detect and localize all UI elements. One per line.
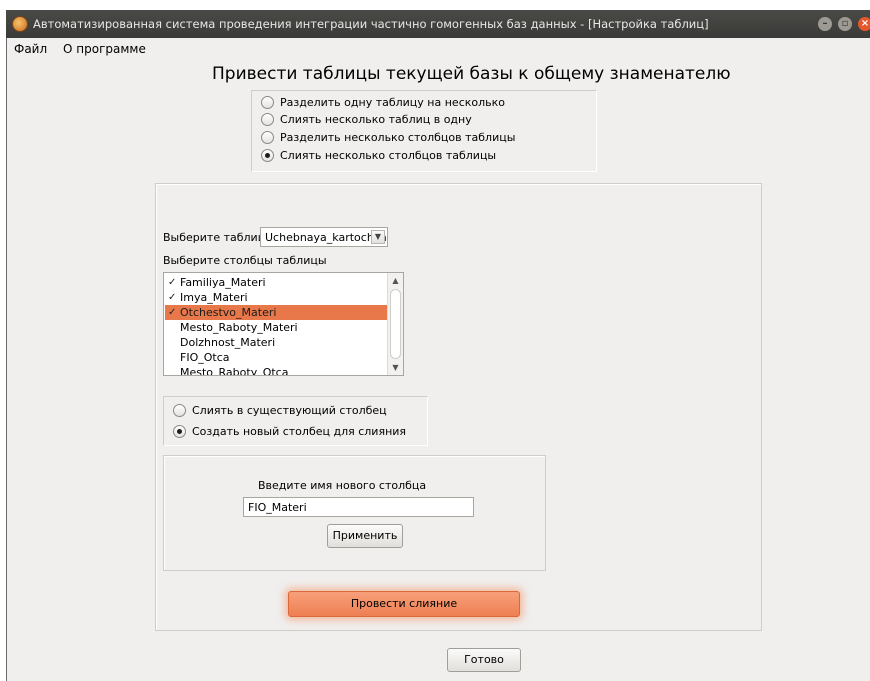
- column-name: Mesto_Raboty_Otca: [180, 366, 289, 376]
- title-bar: Автоматизированная система проведения ин…: [6, 10, 870, 38]
- column-name: Dolzhnost_Materi: [180, 336, 276, 349]
- radio-button[interactable]: [261, 131, 274, 144]
- radio-button[interactable]: [173, 404, 186, 417]
- radio-button[interactable]: [261, 113, 274, 126]
- list-item[interactable]: ✓ Familiya_Materi: [165, 275, 387, 290]
- menu-bar: Файл О программе: [6, 38, 870, 58]
- column-name: Otchestvo_Materi: [180, 306, 277, 319]
- merge-option-label: Создать новый столбец для слияния: [192, 425, 407, 438]
- scroll-up-icon[interactable]: ▲: [390, 275, 401, 286]
- window-title: Автоматизированная система проведения ин…: [33, 17, 709, 31]
- column-name: Familiya_Materi: [180, 276, 266, 289]
- new-column-label: Введите имя нового столбца: [258, 479, 427, 492]
- merge-button[interactable]: Провести слияние: [288, 591, 520, 617]
- mode-option-label: Разделить несколько столбцов таблицы: [280, 131, 516, 144]
- list-item[interactable]: Mesto_Raboty_Materi: [165, 320, 387, 335]
- table-select[interactable]: Uchebnaya_kartochka ▼: [260, 227, 388, 247]
- checkbox-empty[interactable]: [168, 322, 178, 333]
- mode-option-split-table[interactable]: Разделить одну таблицу на несколько: [261, 96, 505, 109]
- column-name: Mesto_Raboty_Materi: [180, 321, 298, 334]
- scroll-down-icon[interactable]: ▼: [390, 362, 401, 373]
- checkbox-empty[interactable]: [168, 352, 178, 363]
- checkbox-empty[interactable]: [168, 337, 178, 348]
- mode-option-split-columns[interactable]: Разделить несколько столбцов таблицы: [261, 131, 515, 144]
- scroll-thumb[interactable]: [390, 289, 401, 359]
- maximize-button[interactable]: ▫: [838, 17, 852, 31]
- radio-button-checked[interactable]: [261, 149, 274, 162]
- app-icon: [12, 16, 28, 32]
- create-new-column-option[interactable]: Создать новый столбец для слияния: [173, 425, 406, 438]
- minimize-button[interactable]: –: [818, 17, 832, 31]
- list-item[interactable]: Mesto_Raboty_Otca: [165, 365, 387, 376]
- check-icon[interactable]: ✓: [168, 275, 178, 290]
- menu-file[interactable]: Файл: [14, 42, 47, 56]
- merge-into-existing-option[interactable]: Слиять в существующий столбец: [173, 404, 387, 417]
- check-icon[interactable]: ✓: [168, 305, 178, 320]
- new-column-name-input[interactable]: FIO_Materi: [243, 497, 474, 517]
- mode-option-label: Слиять несколько таблиц в одну: [280, 113, 472, 126]
- radio-button-checked[interactable]: [173, 425, 186, 438]
- mode-option-merge-tables[interactable]: Слиять несколько таблиц в одну: [261, 113, 472, 126]
- menu-about[interactable]: О программе: [63, 42, 146, 56]
- chevron-down-icon[interactable]: ▼: [371, 230, 385, 244]
- checkbox-empty[interactable]: [168, 367, 178, 375]
- columns-label: Выберите столбцы таблицы: [163, 254, 327, 267]
- columns-list[interactable]: ✓ Familiya_Materi ✓ Imya_Materi ✓ Otches…: [163, 272, 404, 376]
- column-name: FIO_Otca: [180, 351, 230, 364]
- close-button[interactable]: ×: [858, 17, 870, 31]
- list-item[interactable]: Dolzhnost_Materi: [165, 335, 387, 350]
- page-heading: Привести таблицы текущей базы к общему з…: [212, 64, 731, 84]
- table-select-label: Выберите таблицу: [163, 231, 272, 244]
- list-item-selected[interactable]: ✓ Otchestvo_Materi: [165, 305, 387, 320]
- check-icon[interactable]: ✓: [168, 290, 178, 305]
- apply-button[interactable]: Применить: [327, 524, 403, 548]
- mode-option-label: Слиять несколько столбцов таблицы: [280, 149, 497, 162]
- merge-option-label: Слиять в существующий столбец: [192, 404, 387, 417]
- list-item[interactable]: ✓ Imya_Materi: [165, 290, 387, 305]
- list-scrollbar[interactable]: ▲ ▼: [387, 273, 403, 375]
- list-item[interactable]: FIO_Otca: [165, 350, 387, 365]
- mode-option-merge-columns[interactable]: Слиять несколько столбцов таблицы: [261, 149, 496, 162]
- mode-option-label: Разделить одну таблицу на несколько: [280, 96, 506, 109]
- done-button[interactable]: Готово: [447, 648, 521, 672]
- table-select-value: Uchebnaya_kartochka: [265, 231, 387, 244]
- column-name: Imya_Materi: [180, 291, 248, 304]
- radio-button[interactable]: [261, 96, 274, 109]
